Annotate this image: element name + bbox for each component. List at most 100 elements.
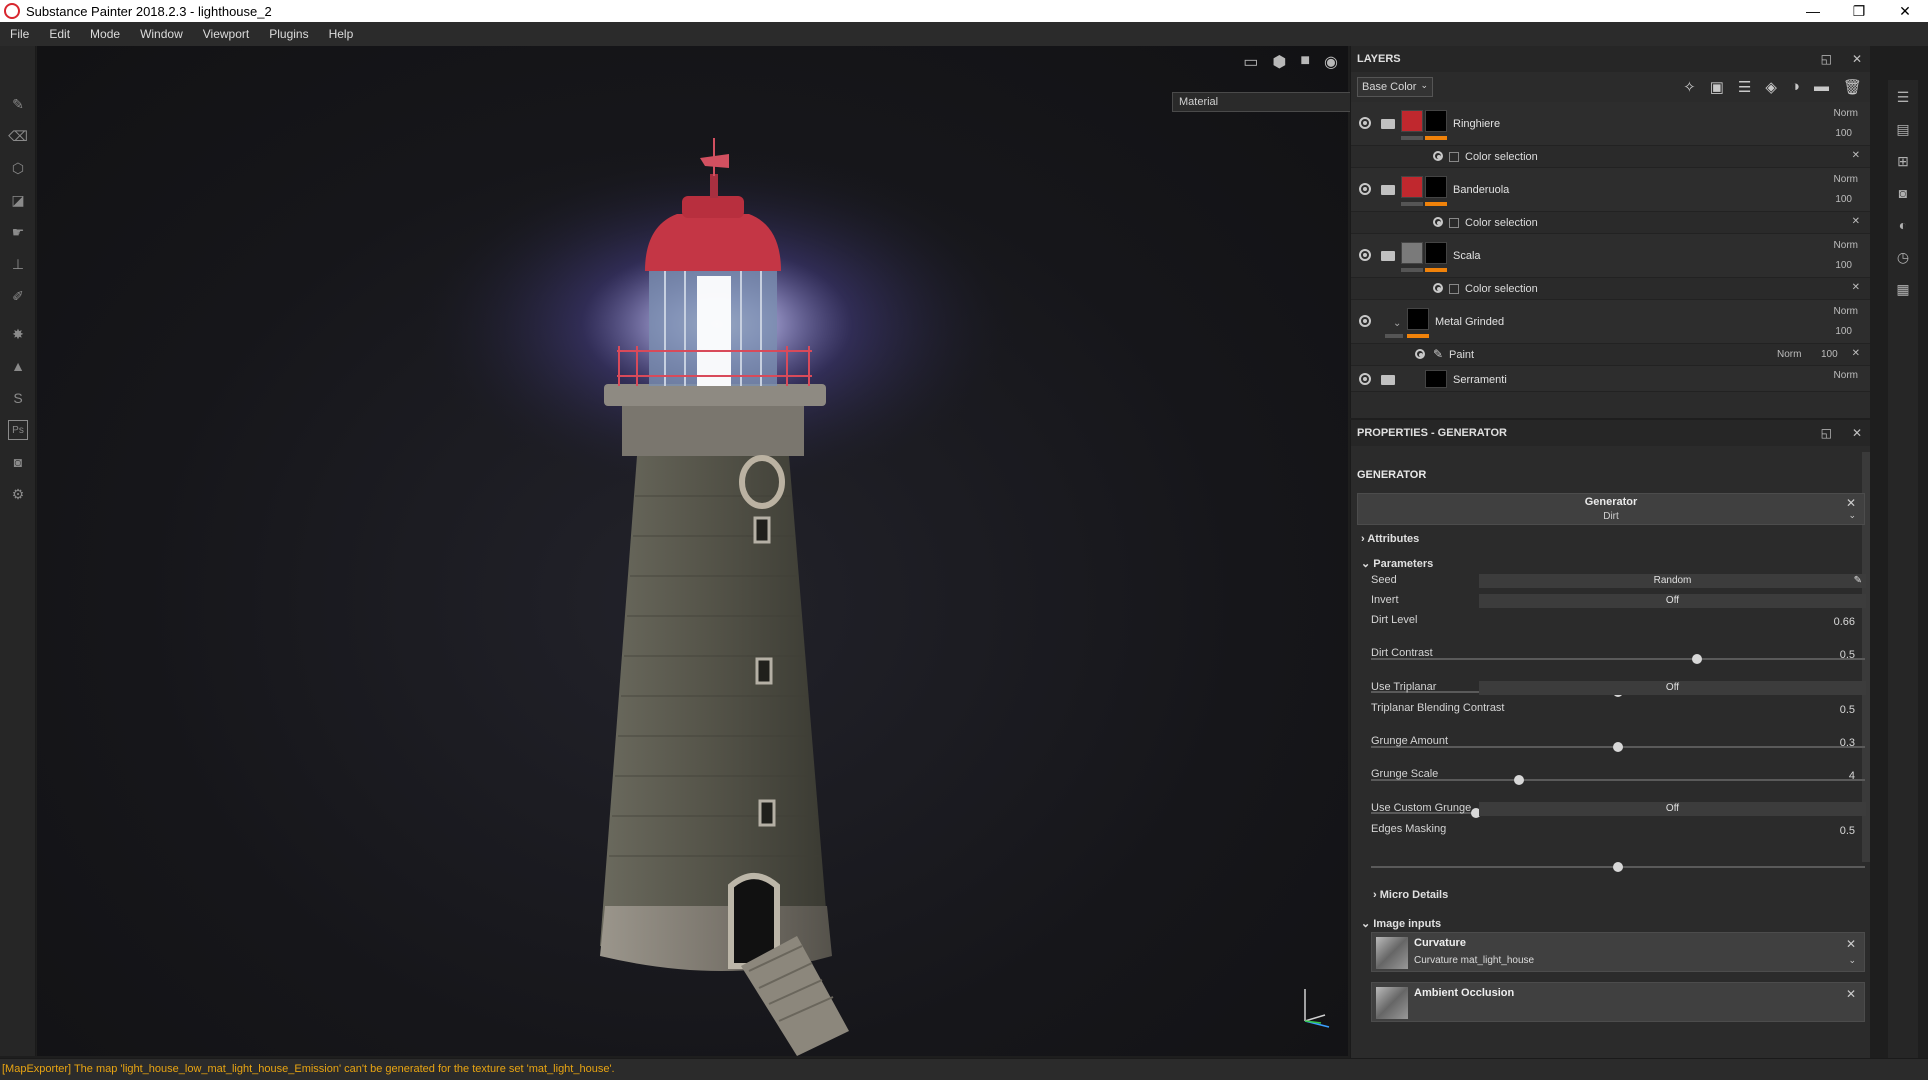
layer-row[interactable]: Scala Norm 100: [1351, 234, 1870, 278]
dirt-contrast-value[interactable]: 0.5: [1840, 649, 1855, 661]
layers-panel-icon[interactable]: ☰: [1894, 88, 1912, 106]
shader-settings-icon[interactable]: ◐: [1894, 216, 1912, 234]
use-custom-grunge-toggle[interactable]: Off: [1479, 802, 1866, 816]
opacity-value[interactable]: 100: [1835, 194, 1852, 205]
eraser-icon[interactable]: ⌫: [8, 126, 28, 146]
add-folder-icon[interactable]: ▬: [1814, 78, 1829, 96]
clone-stamp-icon[interactable]: ⊥: [8, 254, 28, 274]
add-effect-icon[interactable]: ✧: [1683, 78, 1696, 96]
bell-icon[interactable]: ▲: [8, 356, 28, 376]
settings-gear-icon[interactable]: ⚙: [8, 484, 28, 504]
undock-icon[interactable]: ◱: [1821, 426, 1832, 440]
blend-mode-select[interactable]: Norm: [1834, 174, 1858, 185]
visibility-eye-icon[interactable]: [1359, 183, 1371, 195]
edges-masking-value[interactable]: 0.5: [1840, 825, 1855, 837]
menu-viewport[interactable]: Viewport: [193, 27, 259, 41]
paint-blend-select[interactable]: Norm: [1777, 349, 1801, 360]
parameters-toggle[interactable]: ⌄ Parameters: [1361, 557, 1433, 570]
slider-handle[interactable]: [1692, 654, 1703, 664]
slider-handle[interactable]: [1514, 775, 1525, 785]
triplanar-contrast-value[interactable]: 0.5: [1840, 704, 1855, 716]
log-icon[interactable]: ▦: [1894, 280, 1912, 298]
export-icon[interactable]: ◙: [8, 452, 28, 472]
smudge-icon[interactable]: ☛: [8, 222, 28, 242]
remove-input-icon[interactable]: ✕: [1846, 987, 1856, 1001]
remove-generator-icon[interactable]: ✕: [1846, 496, 1856, 510]
blend-mode-select[interactable]: Norm: [1834, 240, 1858, 251]
photoshop-icon[interactable]: Ps: [8, 420, 28, 440]
mask-row[interactable]: Color selection ✕: [1351, 146, 1870, 168]
opacity-value[interactable]: 100: [1835, 326, 1852, 337]
layer-row[interactable]: Serramenti Norm: [1351, 366, 1870, 392]
use-triplanar-toggle[interactable]: Off: [1479, 681, 1866, 695]
menu-edit[interactable]: Edit: [39, 27, 80, 41]
close-panel-icon[interactable]: ✕: [1852, 52, 1862, 66]
grunge-amount-slider[interactable]: [1371, 775, 1865, 785]
visibility-eye-icon[interactable]: [1433, 217, 1443, 227]
color-picker-icon[interactable]: ✐: [8, 286, 28, 306]
attributes-toggle[interactable]: › Attributes: [1361, 533, 1419, 545]
grunge-scale-value[interactable]: 4: [1849, 770, 1855, 782]
history-icon[interactable]: ◷: [1894, 248, 1912, 266]
paint-effect-row[interactable]: ✎ Paint Norm 100 ✕: [1351, 344, 1870, 366]
maximize-button[interactable]: ❐: [1836, 0, 1882, 22]
chevron-down-icon[interactable]: ⌄: [1848, 955, 1856, 966]
image-inputs-toggle[interactable]: ⌄ Image inputs: [1361, 917, 1441, 930]
visibility-eye-icon[interactable]: [1433, 151, 1443, 161]
visibility-eye-icon[interactable]: [1359, 373, 1371, 385]
chevron-down-icon[interactable]: ⌄: [1848, 510, 1856, 521]
add-layer-icon[interactable]: ☰: [1738, 78, 1751, 96]
invert-toggle[interactable]: Off: [1479, 594, 1866, 608]
opacity-value[interactable]: 100: [1835, 260, 1852, 271]
mask-row[interactable]: Color selection ✕: [1351, 212, 1870, 234]
undock-icon[interactable]: ◱: [1821, 52, 1832, 66]
opacity-value[interactable]: 100: [1835, 128, 1852, 139]
menu-help[interactable]: Help: [319, 27, 364, 41]
paint-brush-icon[interactable]: ✎: [8, 94, 28, 114]
micro-details-toggle[interactable]: › Micro Details: [1373, 889, 1448, 901]
close-window-button[interactable]: ✕: [1882, 0, 1928, 22]
dirt-level-value[interactable]: 0.66: [1834, 616, 1855, 628]
curvature-input[interactable]: Curvature Curvature mat_light_house ✕ ⌄: [1371, 932, 1865, 972]
3d-viewport[interactable]: ▭ ⬢ ■ ◉ Material ⌄: [37, 46, 1372, 1056]
minimize-button[interactable]: —: [1790, 0, 1836, 22]
menu-mode[interactable]: Mode: [80, 27, 130, 41]
remove-mask-icon[interactable]: ✕: [1852, 150, 1860, 161]
ambient-occlusion-input[interactable]: Ambient Occlusion ✕: [1371, 982, 1865, 1022]
layer-row[interactable]: Banderuola Norm 100: [1351, 168, 1870, 212]
blend-mode-select[interactable]: Norm: [1834, 108, 1858, 119]
channel-select[interactable]: Base Color ⌄: [1357, 77, 1433, 97]
menu-window[interactable]: Window: [130, 27, 193, 41]
seed-field[interactable]: Random ✎: [1479, 574, 1866, 588]
menu-file[interactable]: File: [0, 27, 39, 41]
add-mask-icon[interactable]: ▣: [1710, 78, 1724, 96]
blend-mode-select[interactable]: Norm: [1834, 370, 1858, 381]
mask-checkbox[interactable]: [1449, 152, 1459, 162]
visibility-eye-icon[interactable]: [1415, 349, 1425, 359]
slider-handle[interactable]: [1613, 862, 1623, 872]
texture-set-icon[interactable]: ▤: [1894, 120, 1912, 138]
add-smart-material-icon[interactable]: ◑: [1791, 78, 1800, 96]
edit-pencil-icon[interactable]: ✎: [1854, 574, 1862, 588]
blend-mode-select[interactable]: Norm: [1834, 306, 1858, 317]
layer-row[interactable]: ⌄ Metal Grinded Norm 100: [1351, 300, 1870, 344]
mask-checkbox[interactable]: [1449, 218, 1459, 228]
visibility-eye-icon[interactable]: [1433, 283, 1443, 293]
paint-opacity-value[interactable]: 100: [1821, 349, 1838, 360]
remove-mask-icon[interactable]: ✕: [1852, 282, 1860, 293]
substance-icon[interactable]: S: [8, 388, 28, 408]
remove-mask-icon[interactable]: ✕: [1852, 216, 1860, 227]
close-panel-icon[interactable]: ✕: [1852, 426, 1862, 440]
projection-icon[interactable]: ⬡: [8, 158, 28, 178]
visibility-eye-icon[interactable]: [1359, 117, 1371, 129]
add-fill-layer-icon[interactable]: ◈: [1765, 78, 1777, 96]
remove-input-icon[interactable]: ✕: [1846, 937, 1856, 951]
edges-masking-slider[interactable]: [1371, 862, 1865, 872]
geometry-decal-icon[interactable]: ◪: [8, 190, 28, 210]
generator-picker[interactable]: Generator Dirt ✕ ⌄: [1357, 493, 1865, 525]
remove-effect-icon[interactable]: ✕: [1852, 348, 1860, 359]
menu-plugins[interactable]: Plugins: [259, 27, 318, 41]
grid-icon[interactable]: ⊞: [1894, 152, 1912, 170]
mask-row[interactable]: Color selection ✕: [1351, 278, 1870, 300]
mask-checkbox[interactable]: [1449, 284, 1459, 294]
